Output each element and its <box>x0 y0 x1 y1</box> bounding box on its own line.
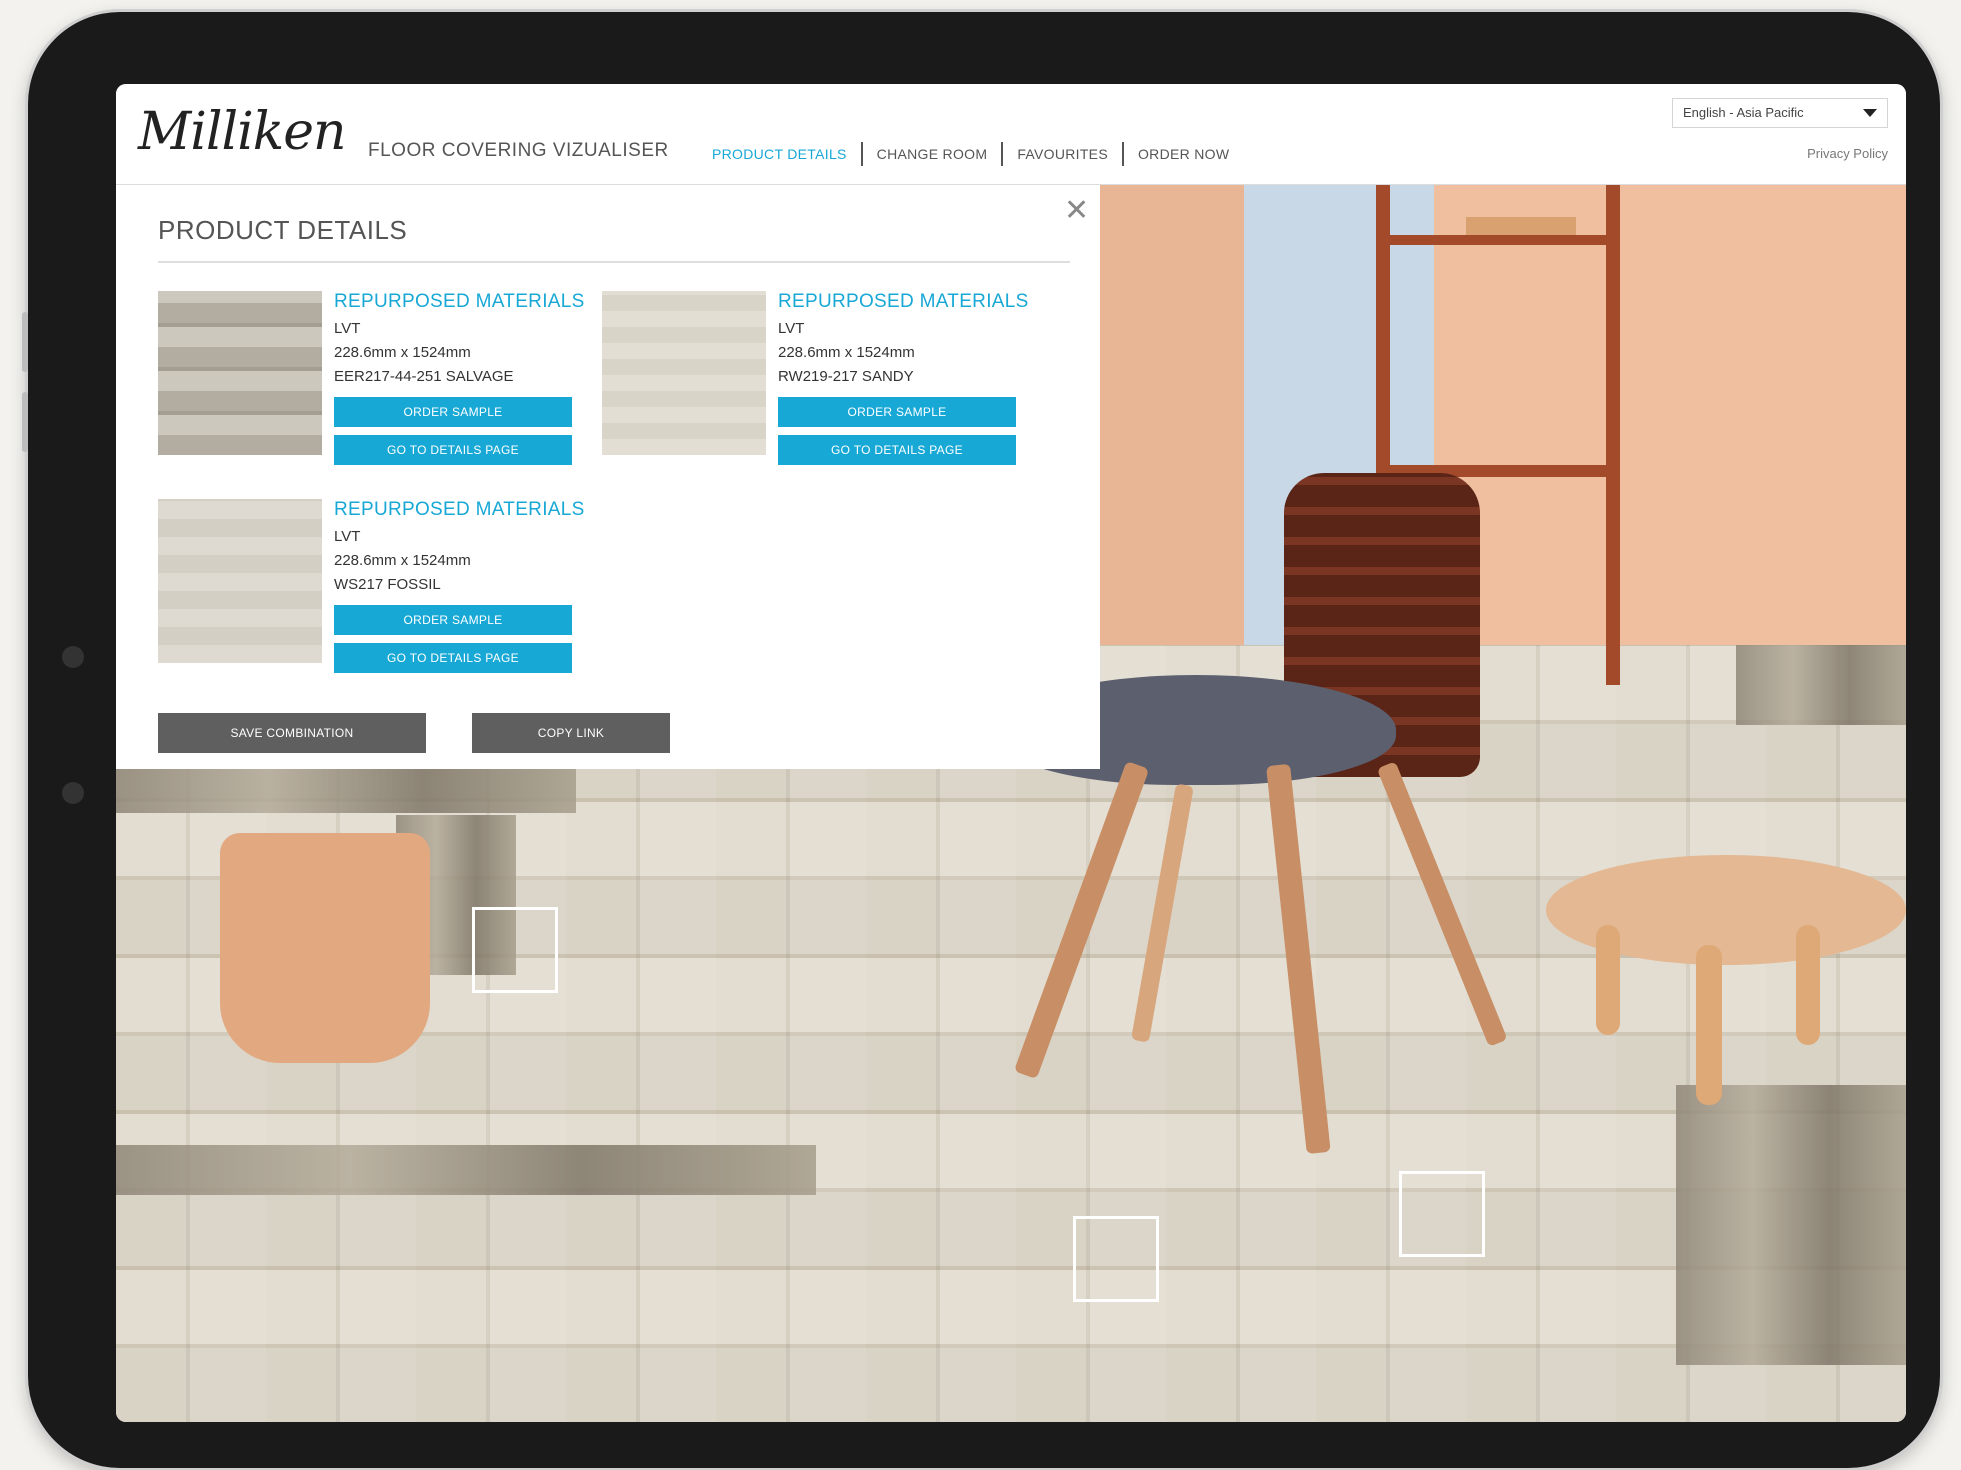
product-size: 228.6mm x 1524mm <box>334 552 471 569</box>
nav-order-now[interactable]: ORDER NOW <box>1124 146 1243 162</box>
product-size: 228.6mm x 1524mm <box>334 344 471 361</box>
save-combination-button[interactable]: SAVE COMBINATION <box>158 713 426 753</box>
main-nav: PRODUCT DETAILS CHANGE ROOM FAVOURITES O… <box>698 142 1243 166</box>
close-icon[interactable]: ✕ <box>1064 193 1089 228</box>
floor-hotspot[interactable] <box>1399 1171 1485 1257</box>
wooden-stump <box>220 833 430 1063</box>
details-page-button[interactable]: GO TO DETAILS PAGE <box>334 643 572 673</box>
product-info: REPURPOSED MATERIALS LVT 228.6mm x 1524m… <box>778 291 1028 465</box>
product-swatch[interactable] <box>158 291 322 455</box>
milliken-logo[interactable]: Milliken <box>138 102 347 162</box>
tablet-frame: Milliken FLOOR COVERING VIZUALISER PRODU… <box>22 12 1940 1468</box>
copy-link-button[interactable]: COPY LINK <box>472 713 670 753</box>
camera-dot <box>62 646 84 668</box>
floor-hotspot[interactable] <box>1073 1216 1159 1302</box>
floor-hotspot[interactable] <box>472 907 558 993</box>
product-swatch[interactable] <box>602 291 766 455</box>
app-title: FLOOR COVERING VIZUALISER <box>368 140 669 161</box>
wall-peach-panel <box>1434 185 1906 665</box>
product-type: LVT <box>778 320 805 337</box>
product-info: REPURPOSED MATERIALS LVT 228.6mm x 1524m… <box>334 291 584 465</box>
product-code: RW219-217 SANDY <box>778 368 914 385</box>
product-card: REPURPOSED MATERIALS LVT 228.6mm x 1524m… <box>158 291 584 491</box>
privacy-policy-link[interactable]: Privacy Policy <box>1807 146 1888 161</box>
product-card: REPURPOSED MATERIALS LVT 228.6mm x 1524m… <box>602 291 1028 491</box>
product-size: 228.6mm x 1524mm <box>778 344 915 361</box>
volume-up-button <box>22 312 28 372</box>
language-value: English - Asia Pacific <box>1683 105 1804 120</box>
details-page-button[interactable]: GO TO DETAILS PAGE <box>778 435 1016 465</box>
table-leg <box>1596 925 1620 1035</box>
order-sample-button[interactable]: ORDER SAMPLE <box>334 397 572 427</box>
chevron-down-icon <box>1863 109 1877 117</box>
table-leg <box>1796 925 1820 1045</box>
screen: Milliken FLOOR COVERING VIZUALISER PRODU… <box>116 84 1906 1422</box>
product-type: LVT <box>334 528 361 545</box>
order-sample-button[interactable]: ORDER SAMPLE <box>334 605 572 635</box>
floor-plank <box>1676 1085 1906 1365</box>
sensor-dot <box>62 782 84 804</box>
shelf-rung <box>1376 235 1620 245</box>
nav-change-room[interactable]: CHANGE ROOM <box>863 146 1002 162</box>
floor-plank <box>116 1145 816 1195</box>
product-code: WS217 FOSSIL <box>334 576 441 593</box>
product-type: LVT <box>334 320 361 337</box>
product-card: REPURPOSED MATERIALS LVT 228.6mm x 1524m… <box>158 499 584 699</box>
product-name[interactable]: REPURPOSED MATERIALS <box>334 499 584 521</box>
product-swatch[interactable] <box>158 499 322 663</box>
product-details-panel: PRODUCT DETAILS ✕ REPURPOSED MATERIALS L… <box>116 185 1100 769</box>
nav-favourites[interactable]: FAVOURITES <box>1003 146 1122 162</box>
language-select[interactable]: English - Asia Pacific <box>1672 98 1888 128</box>
order-sample-button[interactable]: ORDER SAMPLE <box>778 397 1016 427</box>
shelf-book <box>1466 217 1576 235</box>
nav-product-details[interactable]: PRODUCT DETAILS <box>698 146 861 162</box>
table-leg <box>1696 945 1722 1105</box>
panel-title: PRODUCT DETAILS <box>158 215 408 245</box>
volume-down-button <box>22 392 28 452</box>
panel-divider <box>158 261 1070 263</box>
product-info: REPURPOSED MATERIALS LVT 228.6mm x 1524m… <box>334 499 584 673</box>
product-code: EER217-44-251 SALVAGE <box>334 368 514 385</box>
floor-plank <box>1736 645 1906 725</box>
product-name[interactable]: REPURPOSED MATERIALS <box>778 291 1028 313</box>
details-page-button[interactable]: GO TO DETAILS PAGE <box>334 435 572 465</box>
shelf-post <box>1606 185 1620 685</box>
product-name[interactable]: REPURPOSED MATERIALS <box>334 291 584 313</box>
app-header: Milliken FLOOR COVERING VIZUALISER PRODU… <box>116 84 1906 185</box>
